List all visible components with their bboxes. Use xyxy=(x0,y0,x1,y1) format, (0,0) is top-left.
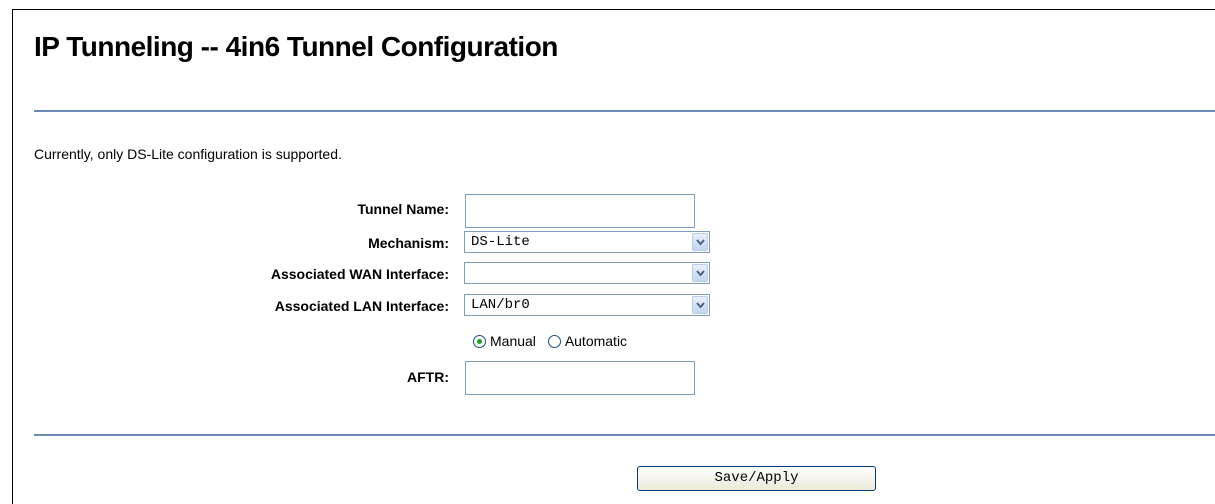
radio-automatic-label: Automatic xyxy=(564,333,628,349)
lan-interface-select[interactable]: LAN/br0 xyxy=(464,294,710,316)
save-apply-button[interactable]: Save/Apply xyxy=(637,466,876,491)
chevron-down-icon[interactable] xyxy=(692,264,708,282)
radio-manual[interactable]: Manual xyxy=(473,333,536,349)
mechanism-label: Mechanism: xyxy=(368,235,449,251)
radio-button-icon[interactable] xyxy=(547,334,561,348)
content-frame xyxy=(12,9,1215,504)
tunnel-name-input[interactable] xyxy=(465,194,695,228)
page-title: IP Tunneling -- 4in6 Tunnel Configuratio… xyxy=(34,31,558,62)
aftr-label: AFTR: xyxy=(407,369,449,385)
lan-interface-select-value: LAN/br0 xyxy=(471,297,530,313)
support-note: Currently, only DS-Lite configuration is… xyxy=(34,146,342,162)
chevron-down-icon[interactable] xyxy=(692,296,708,314)
radio-button-icon[interactable] xyxy=(473,334,486,348)
wan-interface-label: Associated WAN Interface: xyxy=(270,266,449,282)
top-divider xyxy=(34,110,1215,112)
mechanism-select-value: DS-Lite xyxy=(471,234,530,250)
aftr-input[interactable] xyxy=(465,361,695,395)
mechanism-select[interactable]: DS-Lite xyxy=(464,231,710,253)
radio-manual-label: Manual xyxy=(490,333,536,349)
wan-interface-select[interactable] xyxy=(464,262,710,284)
tunnel-name-label: Tunnel Name: xyxy=(357,201,449,217)
radio-automatic[interactable]: Automatic xyxy=(547,333,628,349)
aftr-mode-radio-group: Manual Automatic xyxy=(473,333,635,351)
bottom-divider xyxy=(34,434,1215,436)
lan-interface-label: Associated LAN Interface: xyxy=(274,298,449,314)
chevron-down-icon[interactable] xyxy=(692,233,708,251)
